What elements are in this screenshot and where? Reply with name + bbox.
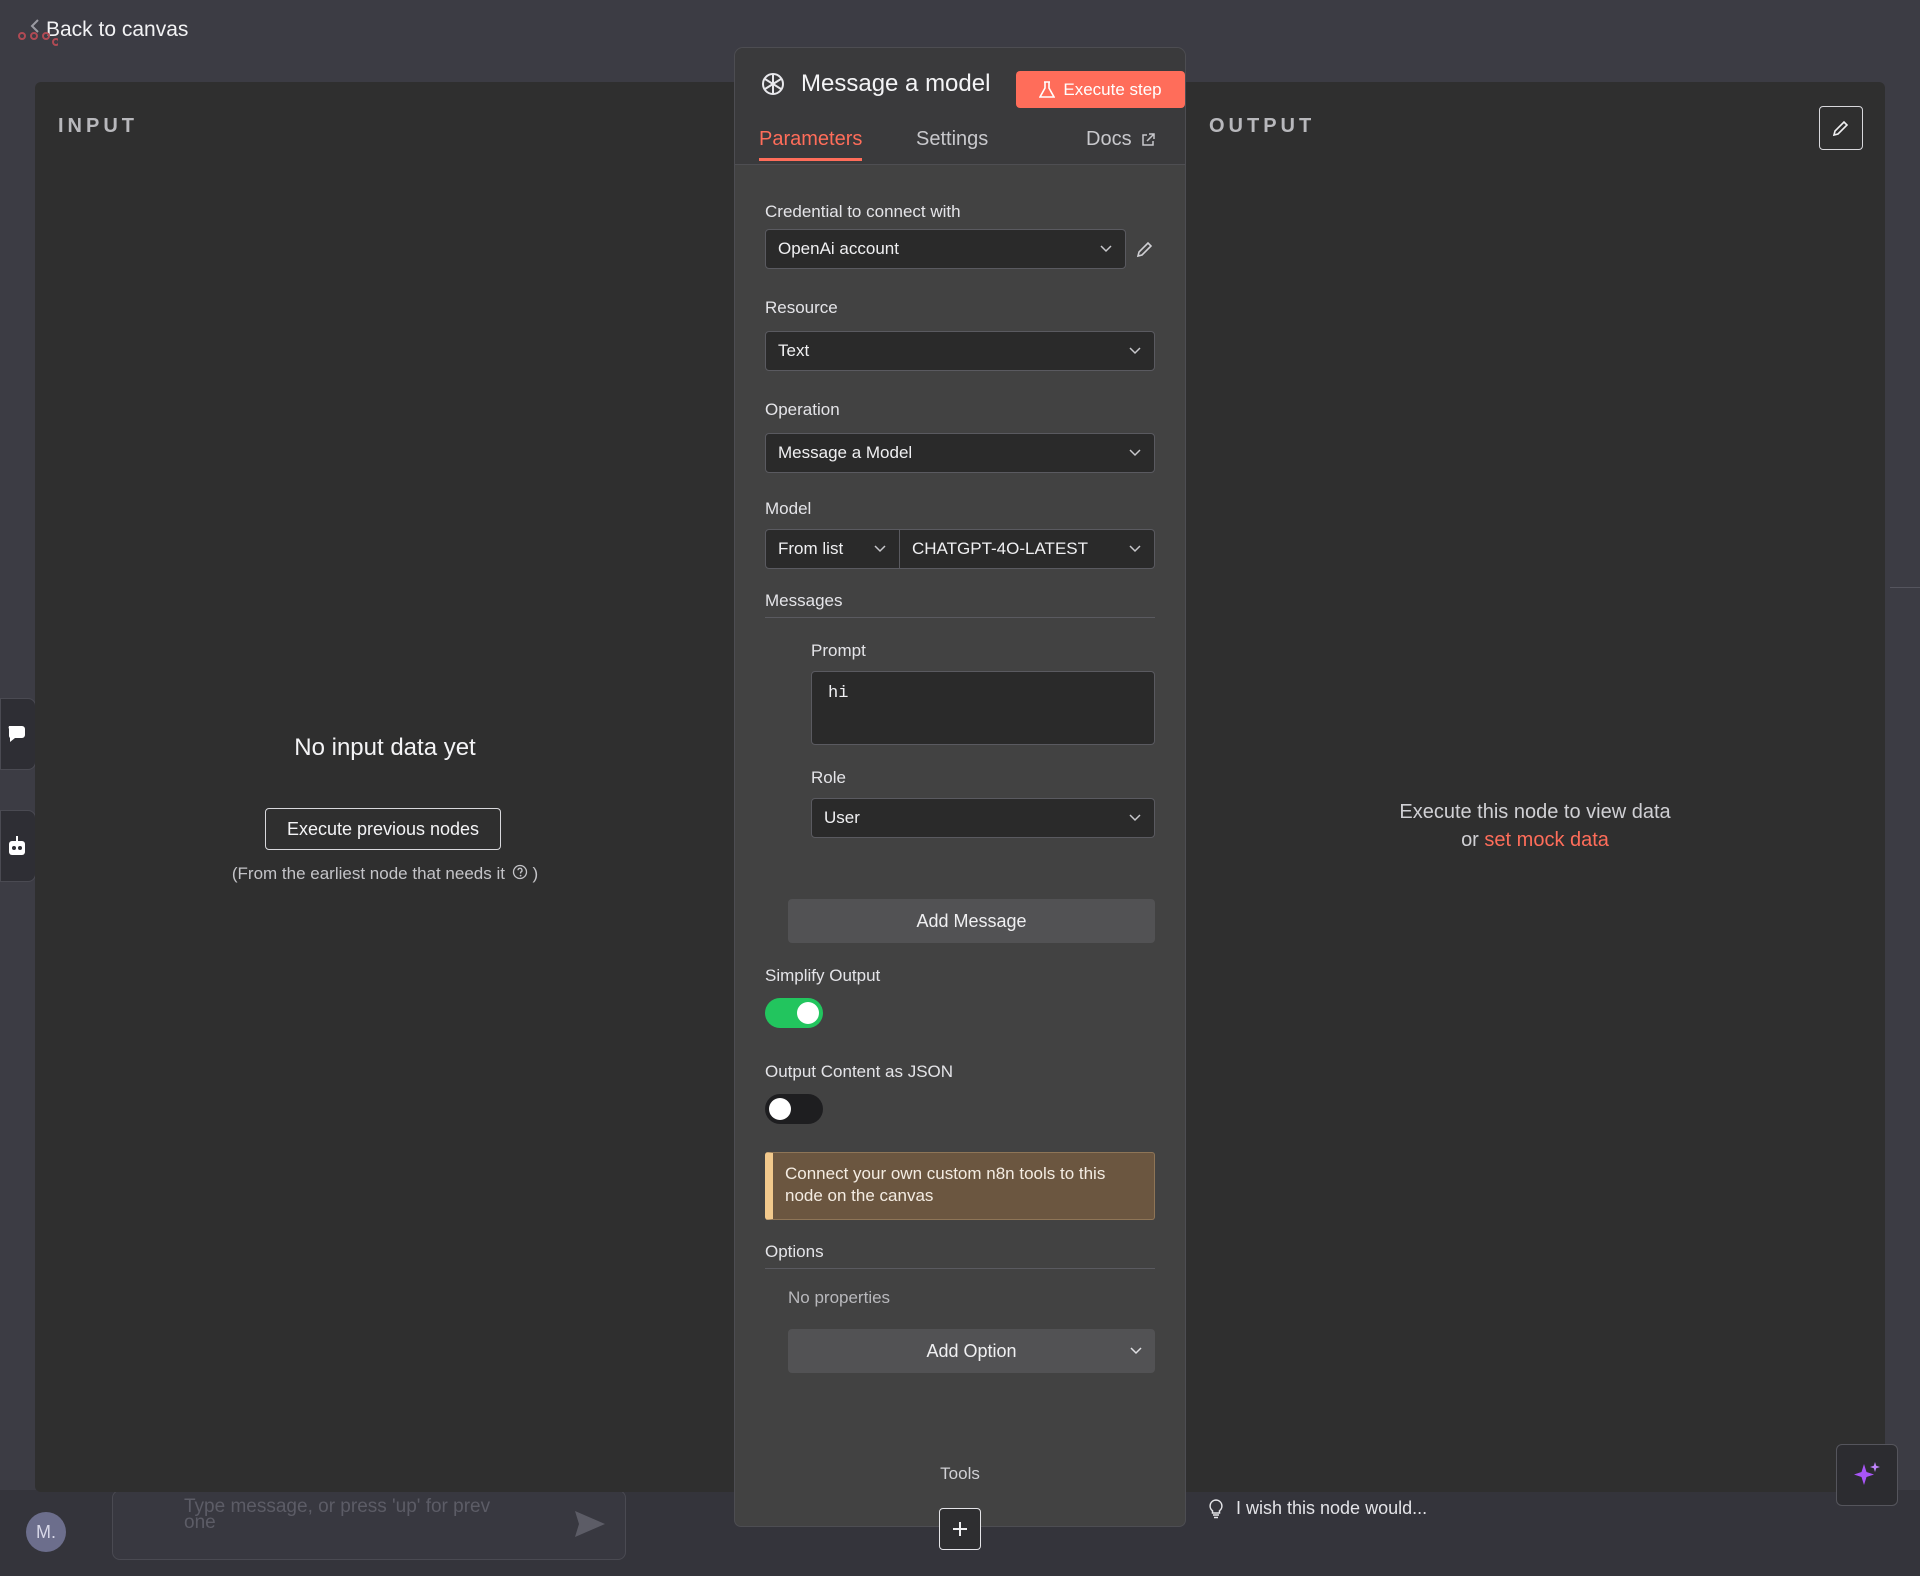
chevron-down-icon (874, 545, 886, 553)
no-input-title: No input data yet (294, 734, 476, 761)
options-label: Options (765, 1242, 824, 1261)
chevron-down-icon (1129, 449, 1141, 457)
tools-label: Tools (940, 1464, 980, 1483)
question-circle-icon[interactable] (512, 864, 528, 880)
chevron-down-icon (1129, 814, 1141, 822)
chevron-down-icon (1129, 545, 1141, 553)
execute-hint-text: (From the earliest node that needs it (231, 864, 505, 883)
json-output-toggle[interactable] (765, 1094, 823, 1124)
messages-label: Messages (765, 591, 843, 610)
avatar[interactable]: M. (26, 1512, 66, 1552)
add-option-label: Add Option (926, 1340, 1017, 1361)
output-panel: OUTPUT Execute this node to view data or… (1185, 82, 1885, 1492)
lightbulb-icon (1209, 1498, 1223, 1518)
prompt-textarea[interactable]: hi (811, 671, 1155, 745)
model-select[interactable]: CHATGPT-4O-LATEST (899, 529, 1155, 569)
options-divider (765, 1268, 1155, 1269)
json-output-label: Output Content as JSON (765, 1062, 954, 1081)
feedback-wish-text: I wish this node would... (1236, 1498, 1428, 1518)
chat-placeholder-cont: one (184, 1512, 216, 1533)
no-properties-text: No properties (788, 1288, 891, 1307)
node-title: Message a model (801, 70, 991, 97)
credential-value: OpenAi account (778, 239, 899, 258)
add-option-button[interactable]: Add Option (788, 1329, 1155, 1373)
operation-value: Message a Model (778, 443, 913, 462)
workflow-icon (18, 19, 58, 46)
input-panel: INPUT No input data yet Execute previous… (35, 82, 735, 1492)
tab-docs[interactable]: Docs (1086, 128, 1156, 161)
tools-callout: Connect your own custom n8n tools to thi… (765, 1152, 1155, 1220)
simplify-output-label: Simplify Output (765, 966, 881, 985)
resource-label: Resource (765, 298, 838, 317)
feedback-wish-link[interactable]: I wish this node would... (1208, 1498, 1427, 1519)
credential-select[interactable]: OpenAi account (765, 229, 1126, 269)
execute-hint-close: ) (532, 864, 539, 883)
chat-placeholder: Type message, or press 'up' for prev (184, 1496, 491, 1517)
plus-icon (953, 1522, 967, 1536)
credential-label: Credential to connect with (765, 202, 961, 221)
edit-output-button[interactable] (1819, 106, 1863, 150)
execute-previous-nodes-button[interactable]: Execute previous nodes (265, 808, 501, 850)
sparkle-icon (1854, 1462, 1880, 1485)
send-icon[interactable] (573, 1509, 607, 1539)
back-to-canvas-label: Back to canvas (46, 18, 189, 41)
tab-parameters[interactable]: Parameters (759, 128, 863, 161)
role-select[interactable]: User (811, 798, 1155, 838)
role-value: User (824, 808, 860, 827)
simplify-output-toggle[interactable] (765, 998, 823, 1028)
node-header: Message a model Execute step Parameters … (735, 48, 1185, 165)
role-label: Role (811, 768, 846, 787)
chevron-down-icon (1100, 245, 1112, 253)
add-message-button[interactable]: Add Message (788, 899, 1155, 943)
resource-value: Text (778, 341, 810, 360)
toggle-knob (797, 1002, 819, 1024)
output-empty-message: Execute this node to view data or set mo… (1185, 798, 1885, 854)
messages-divider (765, 617, 1155, 618)
tab-settings[interactable]: Settings (916, 128, 988, 161)
canvas-edge-line (1890, 587, 1920, 588)
operation-label: Operation (765, 400, 840, 419)
robot-icon (9, 836, 25, 855)
output-message-line: Execute this node to view data (1399, 801, 1671, 823)
pencil-icon[interactable] (1135, 239, 1155, 259)
back-to-canvas-link[interactable]: Back to canvas (18, 12, 188, 48)
node-settings-panel: Message a model Execute step Parameters … (735, 48, 1185, 1550)
external-link-icon (1141, 132, 1155, 146)
execute-hint: (From the earliest node that needs it ) (35, 864, 735, 884)
chevron-down-icon (1129, 347, 1141, 355)
model-value: CHATGPT-4O-LATEST (912, 539, 1089, 558)
ai-assistant-button[interactable] (1836, 1444, 1898, 1506)
resource-select[interactable]: Text (765, 331, 1155, 371)
chat-sidebar-button[interactable] (0, 698, 36, 770)
toggle-knob (769, 1098, 791, 1120)
chat-icon (8, 726, 25, 742)
add-tool-button[interactable] (939, 1508, 981, 1550)
prompt-label: Prompt (811, 641, 866, 660)
chevron-down-icon (1130, 1347, 1142, 1355)
execute-step-label: Execute step (1063, 79, 1162, 99)
model-mode-select[interactable]: From list (765, 529, 900, 569)
flask-icon (1039, 80, 1056, 98)
output-or: or (1461, 829, 1479, 851)
set-mock-data-link[interactable]: set mock data (1484, 829, 1609, 851)
model-label: Model (765, 499, 812, 518)
operation-select[interactable]: Message a Model (765, 433, 1155, 473)
output-heading: OUTPUT (1209, 115, 1316, 137)
tab-docs-label: Docs (1086, 128, 1132, 150)
model-mode-value: From list (778, 539, 844, 558)
execute-step-button[interactable]: Execute step (1016, 71, 1185, 108)
pencil-icon (1832, 120, 1849, 137)
input-heading: INPUT (58, 115, 138, 137)
agent-sidebar-button[interactable] (0, 810, 36, 882)
openai-icon (762, 73, 784, 95)
